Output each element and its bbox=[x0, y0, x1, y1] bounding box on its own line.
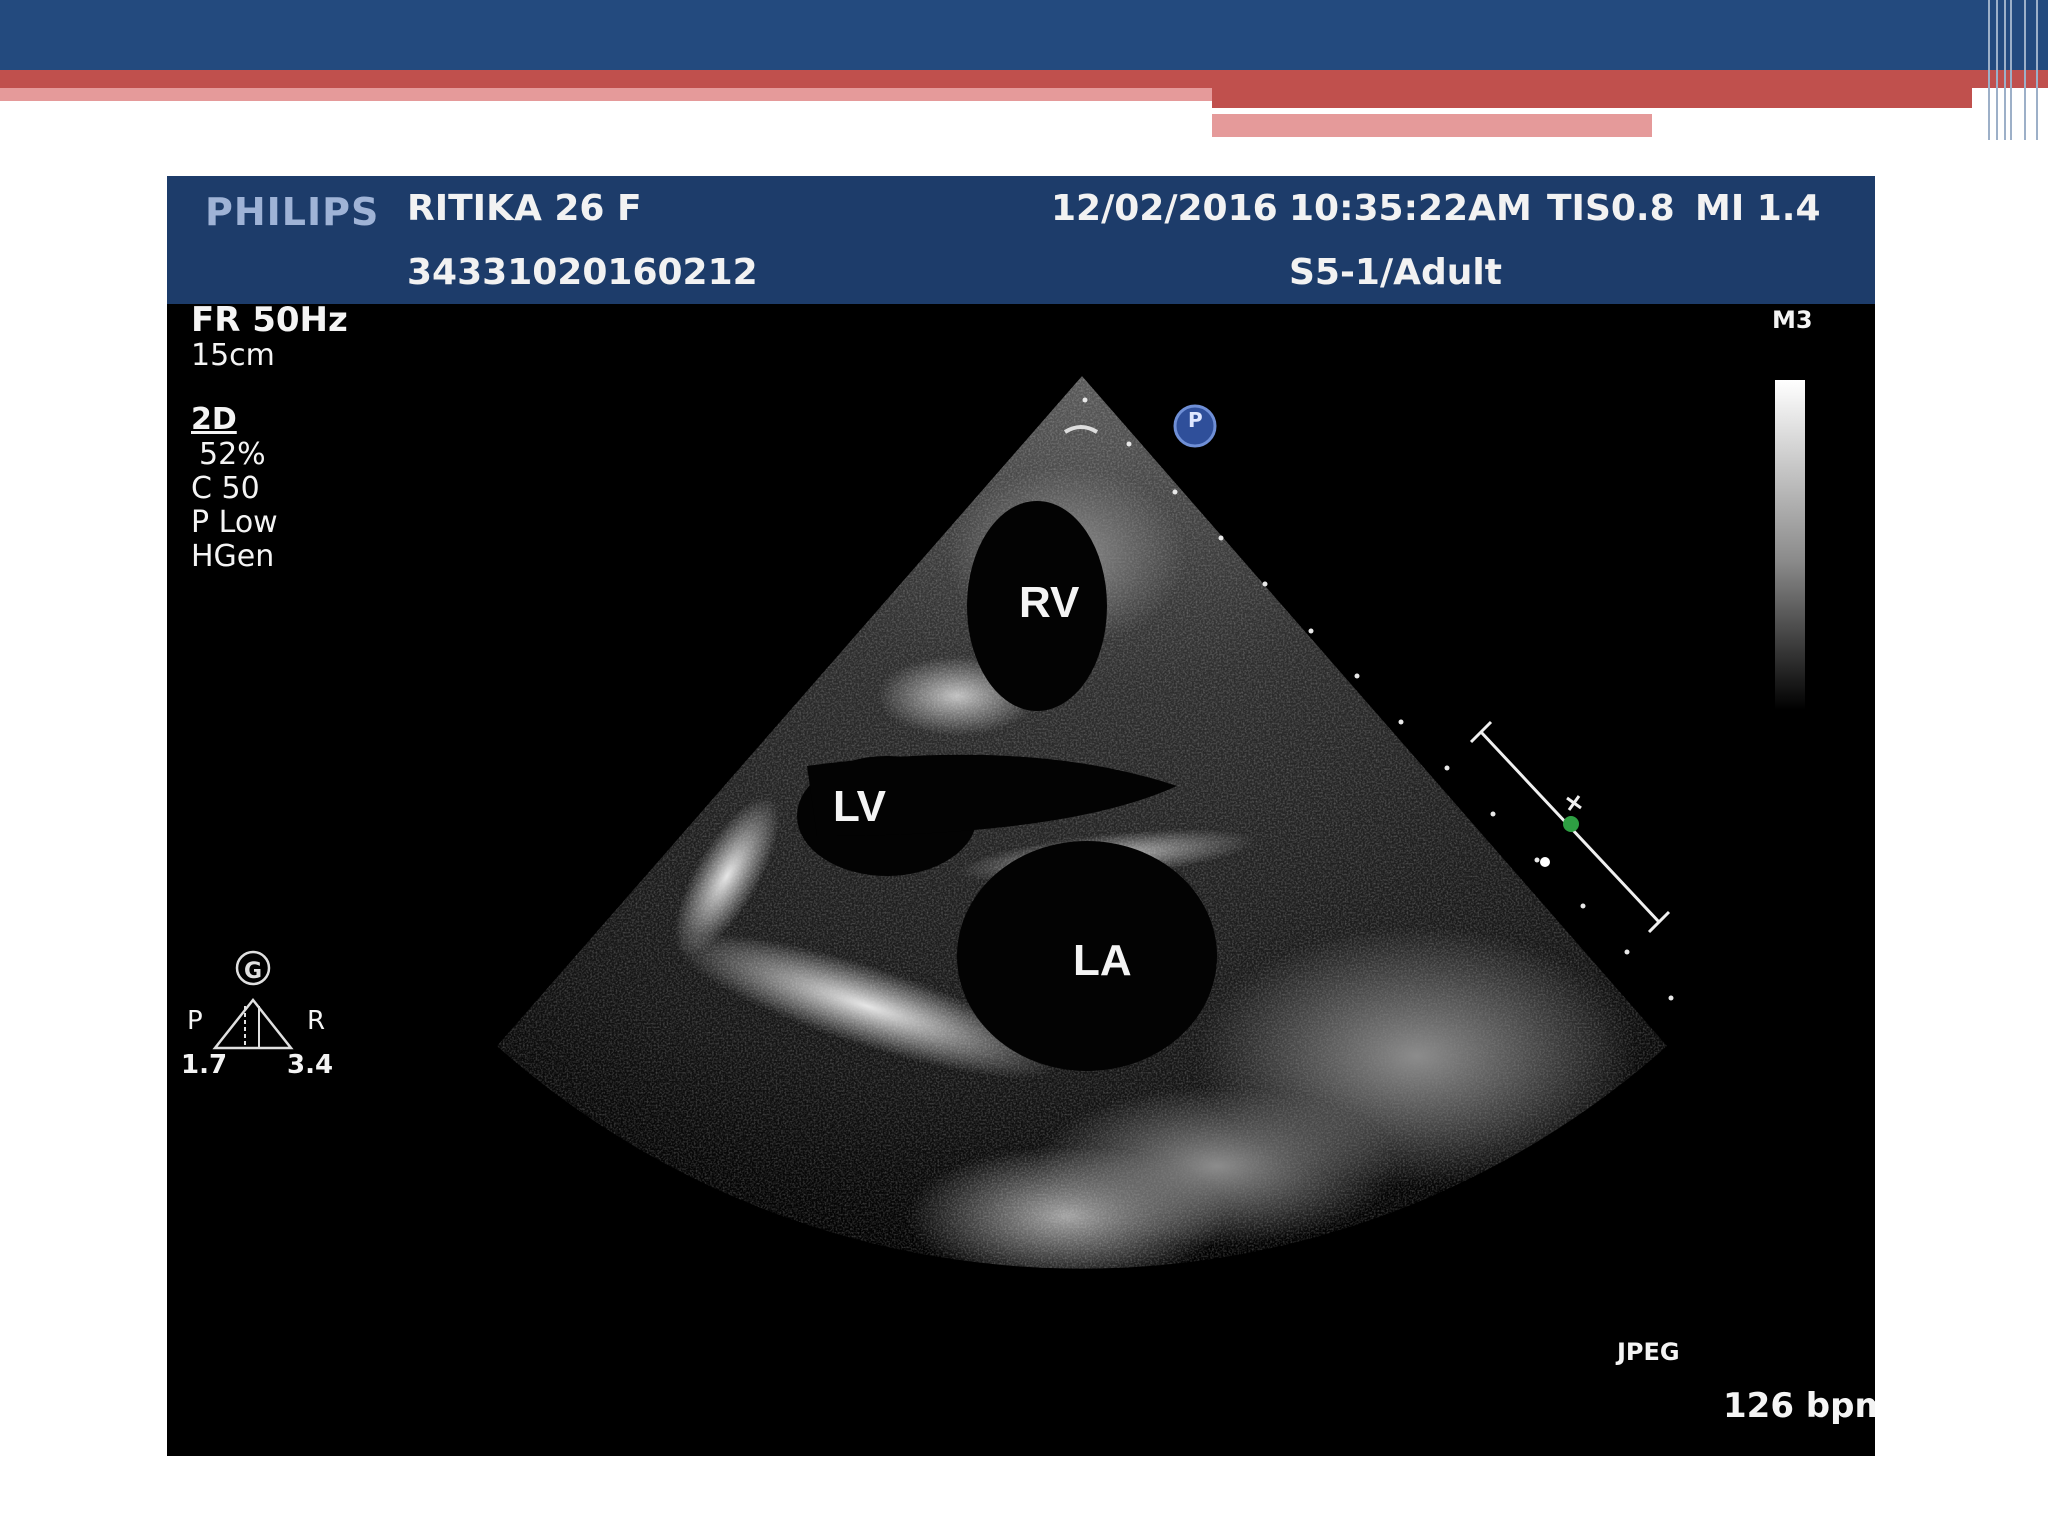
imaging-mode: 2D bbox=[191, 402, 237, 437]
probe-marker-letter: P bbox=[1188, 408, 1203, 432]
orientation-right-label: R bbox=[307, 1006, 326, 1036]
sector-tissue bbox=[497, 376, 1667, 1269]
heart-rate: 126 bpm bbox=[1723, 1386, 1875, 1426]
caliper-dot-icon bbox=[1563, 816, 1579, 832]
label-rv: RV bbox=[1019, 578, 1080, 627]
focus-dot-icon bbox=[1540, 857, 1550, 867]
orientation-left-value: 1.7 bbox=[181, 1050, 228, 1080]
slide-accent-stripe-right-light bbox=[1212, 114, 1652, 137]
gain-value: 52% bbox=[199, 437, 266, 472]
orientation-right-value: 3.4 bbox=[287, 1050, 334, 1080]
map-label: M3 bbox=[1772, 306, 1813, 334]
slide-accent-stripe-light bbox=[0, 88, 1212, 101]
slide-accent-stripe-right bbox=[1212, 88, 1972, 108]
grayscale-map-bar bbox=[1775, 380, 1805, 710]
orientation-triangle-icon bbox=[212, 997, 294, 1050]
compression-value: C 50 bbox=[191, 471, 260, 506]
slide-corner-lines bbox=[1984, 0, 2048, 140]
format-label: JPEG bbox=[1617, 1338, 1680, 1366]
gyro-letter: G bbox=[244, 959, 262, 984]
slide-header-band bbox=[0, 0, 2048, 70]
power-value: P Low bbox=[191, 505, 278, 540]
frame-rate: FR 50Hz bbox=[191, 300, 348, 340]
label-lv: LV bbox=[833, 782, 886, 831]
ultrasound-image: PHILIPS RITIKA 26 F 34331020160212 12/02… bbox=[167, 176, 1875, 1456]
scan-depth: 15cm bbox=[191, 338, 275, 373]
echo-sector-image: G bbox=[212, 376, 1674, 1269]
orientation-left-label: P bbox=[187, 1006, 203, 1036]
harmonic-value: HGen bbox=[191, 539, 275, 574]
slide-accent-stripe bbox=[0, 70, 2048, 88]
label-la: LA bbox=[1073, 936, 1132, 985]
